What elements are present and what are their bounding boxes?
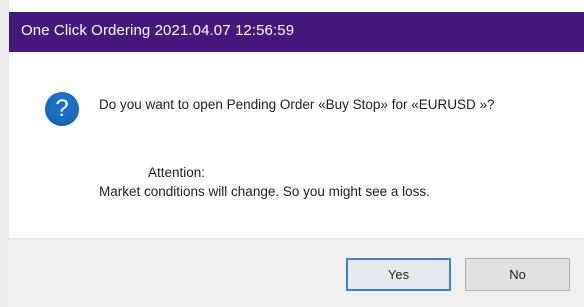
dialog-message: Do you want to open Pending Order «Buy S… xyxy=(99,97,495,112)
yes-button[interactable]: Yes xyxy=(346,258,451,291)
message-dialog: One Click Ordering 2021.04.07 12:56:59 ?… xyxy=(0,0,584,307)
window-title: One Click Ordering 2021.04.07 12:56:59 xyxy=(21,22,295,39)
button-bar: Yes No xyxy=(9,238,584,307)
attention-label: Attention: xyxy=(148,165,206,180)
no-button-label: No xyxy=(509,267,526,282)
question-icon: ? xyxy=(45,92,79,126)
warning-text: Market conditions will change. So you mi… xyxy=(99,184,430,199)
no-button[interactable]: No xyxy=(465,258,570,291)
dialog-content: ? Do you want to open Pending Order «Buy… xyxy=(9,52,584,238)
window-edge xyxy=(0,0,9,307)
yes-button-label: Yes xyxy=(387,267,410,282)
title-bar[interactable]: One Click Ordering 2021.04.07 12:56:59 xyxy=(9,12,584,52)
